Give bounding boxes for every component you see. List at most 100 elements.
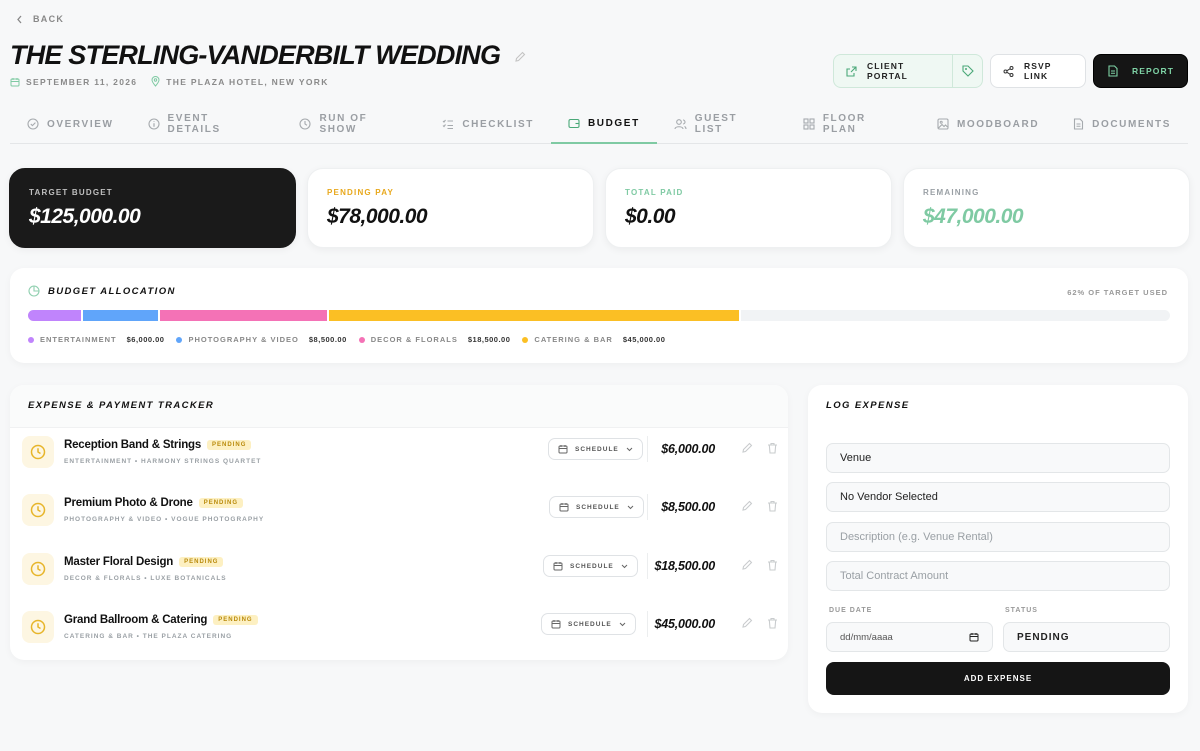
tab-overview[interactable]: Overview bbox=[10, 104, 131, 144]
portal-settings-button[interactable] bbox=[952, 55, 982, 87]
share-icon bbox=[1003, 65, 1014, 77]
stat-target-budget: Target Budget $125,000.00 bbox=[9, 168, 296, 248]
legend-label: Catering & Bar bbox=[534, 335, 613, 344]
expense-name: Reception Band & Strings Pending bbox=[64, 439, 252, 451]
clock-icon bbox=[22, 436, 54, 468]
edit-pencil-icon[interactable] bbox=[741, 442, 753, 454]
allocation-segment bbox=[160, 310, 330, 321]
description-input[interactable]: Description (e.g. Venue Rental) bbox=[826, 522, 1170, 552]
stat-label: Total Paid bbox=[625, 188, 684, 197]
status-badge: Pending bbox=[207, 440, 252, 450]
trash-icon[interactable] bbox=[767, 617, 778, 629]
legend-dot bbox=[28, 336, 34, 343]
clock-icon bbox=[22, 611, 54, 643]
expense-amount: $8,500.00 bbox=[661, 500, 715, 514]
chevron-down-icon bbox=[627, 505, 634, 510]
grid-icon bbox=[803, 118, 815, 130]
wallet-icon bbox=[568, 117, 580, 129]
stat-value: $78,000.00 bbox=[327, 205, 428, 228]
table-row: Master Floral Design Pending Decor & Flora… bbox=[10, 545, 788, 603]
stat-pending-pay: Pending Pay $78,000.00 bbox=[307, 168, 594, 248]
legend-item: Entertainment $6,000.00 bbox=[28, 335, 164, 344]
client-portal-button[interactable]: Client Portal bbox=[833, 54, 983, 88]
chevron-down-icon bbox=[626, 447, 633, 452]
clock-icon bbox=[22, 553, 54, 585]
stat-label: Pending Pay bbox=[327, 188, 394, 197]
allocation-bar bbox=[28, 310, 1170, 321]
add-expense-button[interactable]: Add Expense bbox=[826, 662, 1170, 695]
table-row: Premium Photo & Drone Pending Photography … bbox=[10, 486, 788, 544]
event-date: September 11, 2026 bbox=[26, 76, 138, 87]
calendar-icon bbox=[559, 502, 569, 512]
chevron-down-icon bbox=[619, 622, 626, 627]
tab-moodboard[interactable]: Moodboard bbox=[920, 104, 1056, 144]
stat-value: $47,000.00 bbox=[923, 205, 1024, 228]
expense-subtitle: Entertainment • Harmony Strings Quartet bbox=[64, 458, 262, 465]
stat-value: $125,000.00 bbox=[29, 205, 141, 228]
chevron-left-icon bbox=[16, 15, 23, 24]
tab-event-details[interactable]: Event Details bbox=[131, 104, 283, 144]
rsvp-link-label: RSVP Link bbox=[1024, 61, 1052, 81]
category-select[interactable]: Venue bbox=[826, 443, 1170, 473]
expense-subtitle: Decor & Florals • Luxe Botanicals bbox=[64, 575, 227, 582]
back-link[interactable]: Back bbox=[16, 14, 64, 24]
expense-subtitle: Photography & Video • Vogue Photography bbox=[64, 516, 265, 523]
chevron-down-icon bbox=[621, 564, 628, 569]
report-label: Report bbox=[1132, 66, 1175, 76]
schedule-button[interactable]: Schedule bbox=[548, 438, 643, 460]
trash-icon[interactable] bbox=[767, 442, 778, 454]
allocation-segment bbox=[28, 310, 83, 321]
divider bbox=[647, 553, 648, 579]
document-icon bbox=[1073, 118, 1084, 130]
log-expense-title: Log Expense bbox=[826, 400, 910, 411]
contract-amount-input[interactable]: Total Contract Amount bbox=[826, 561, 1170, 591]
rsvp-link-button[interactable]: RSVP Link bbox=[990, 54, 1086, 88]
divider bbox=[647, 611, 648, 637]
legend-amount: $18,500.00 bbox=[467, 335, 511, 344]
tab-budget[interactable]: Budget bbox=[550, 104, 657, 144]
calendar-icon bbox=[10, 77, 20, 87]
tab-floor-plan[interactable]: Floor Plan bbox=[786, 104, 920, 144]
expense-name: Grand Ballroom & Catering Pending bbox=[64, 614, 258, 626]
status-label: Status bbox=[1005, 607, 1038, 614]
tab-documents[interactable]: Documents bbox=[1056, 104, 1188, 144]
status-select[interactable]: PENDING bbox=[1003, 622, 1170, 652]
page-title: The Sterling-Vanderbilt Wedding bbox=[10, 40, 501, 70]
report-button[interactable]: Report bbox=[1093, 54, 1188, 88]
schedule-button[interactable]: Schedule bbox=[543, 555, 638, 577]
divider bbox=[647, 494, 648, 520]
external-link-icon bbox=[846, 65, 857, 77]
edit-pencil-icon[interactable] bbox=[741, 559, 753, 571]
legend-label: Photography & Video bbox=[188, 335, 299, 344]
expense-name: Master Floral Design Pending bbox=[64, 556, 224, 568]
legend-dot bbox=[176, 336, 183, 343]
client-portal-label: Client Portal bbox=[867, 61, 908, 81]
tab-run-of-show[interactable]: Run of Show bbox=[282, 104, 425, 144]
trash-icon[interactable] bbox=[767, 559, 778, 571]
users-icon bbox=[674, 118, 687, 130]
allocation-used-label: 62% of target used bbox=[1067, 288, 1168, 297]
map-pin-icon bbox=[151, 76, 160, 87]
trash-icon[interactable] bbox=[767, 500, 778, 512]
allocation-title: Budget Allocation bbox=[28, 285, 176, 297]
status-badge: Pending bbox=[213, 615, 258, 625]
schedule-button[interactable]: Schedule bbox=[541, 613, 636, 635]
status-badge: Pending bbox=[198, 498, 244, 508]
list-check-icon bbox=[442, 118, 454, 130]
pie-chart-icon bbox=[28, 285, 40, 297]
calendar-icon bbox=[553, 561, 563, 571]
tab-guest-list[interactable]: Guest List bbox=[657, 104, 786, 144]
tab-checklist[interactable]: Checklist bbox=[425, 104, 551, 144]
edit-pencil-icon[interactable] bbox=[741, 617, 753, 629]
due-date-input[interactable]: dd/mm/aaaa bbox=[826, 622, 993, 652]
due-date-placeholder: dd/mm/aaaa bbox=[840, 631, 893, 643]
edit-pencil-icon[interactable] bbox=[741, 500, 753, 512]
schedule-button[interactable]: Schedule bbox=[549, 496, 644, 518]
legend-item: Catering & Bar $45,000.00 bbox=[522, 335, 665, 344]
document-icon bbox=[1108, 65, 1118, 77]
expense-name: Premium Photo & Drone Pending bbox=[64, 497, 244, 509]
edit-pencil-icon[interactable] bbox=[514, 51, 526, 63]
check-circle-icon bbox=[27, 118, 39, 130]
vendor-select[interactable]: No Vendor Selected bbox=[826, 482, 1170, 512]
legend-amount: $45,000.00 bbox=[622, 335, 666, 344]
